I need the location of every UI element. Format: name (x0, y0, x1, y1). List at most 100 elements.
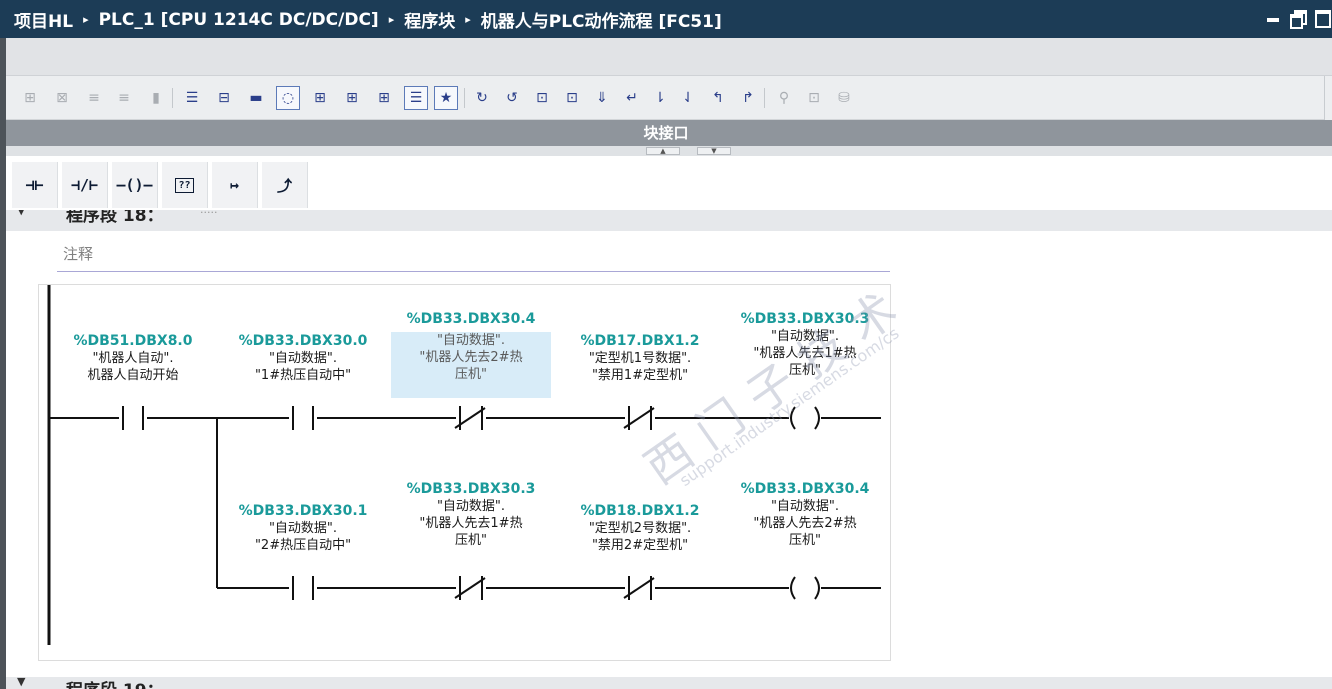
splitter-down-icon[interactable]: ▼ (697, 147, 731, 155)
network-title: 程序段 18： (66, 210, 164, 226)
nc-contact-icon (623, 576, 655, 600)
go-to-icon[interactable]: ▮ (144, 86, 168, 110)
breadcrumb-plc[interactable]: PLC_1 [CPU 1214C DC/DC/DC] (95, 10, 383, 30)
operand-address-label[interactable]: %DB33.DBX30.4 (391, 311, 551, 328)
coil-icon (790, 406, 820, 430)
editor-toolbar: ⊞ ⊠ ≡ ≡ ▮ ☰ ⊟ ▬ ◌ ⊞ ⊞ ⊞ ☰ ★ ↻ ↺ ⊡ ⊡ ⇓ ↵ … (0, 76, 1332, 120)
absolute-operands-icon[interactable]: ☰ (180, 86, 204, 110)
favorites-icon[interactable]: ⊞ (308, 86, 332, 110)
network-header[interactable]: ▼ 程序段 19： (0, 677, 1332, 689)
network-comment-field[interactable]: 注释 (57, 240, 890, 272)
favorites-bar-icon[interactable]: ★ (434, 86, 458, 110)
operand-label[interactable]: %DB33.DBX30.3 "自动数据". "机器人先去1#热 压机" (725, 311, 885, 379)
minimize-icon[interactable] (1266, 9, 1280, 23)
maximize-icon[interactable] (1314, 9, 1331, 28)
editor-tab-strip (0, 38, 1332, 76)
monitor-off-icon[interactable]: ↱ (736, 86, 760, 110)
operand-symbol: "机器人先去1#热 (753, 346, 857, 361)
operand-label[interactable]: %DB33.DBX30.1 "自动数据". "2#热压自动中" (223, 503, 383, 554)
network-insert-icon[interactable]: ⊞ (18, 86, 42, 110)
step-out-icon[interactable]: ⇃ (676, 86, 700, 110)
operand-label[interactable]: %DB18.DBX1.2 "定型机2号数据". "禁用2#定型机" (560, 503, 720, 554)
operand-label[interactable]: %DB51.DBX8.0 "机器人自动". 机器人自动开始 (53, 333, 213, 384)
no-contact-icon (292, 576, 314, 600)
operand-address: %DB33.DBX30.4 (740, 481, 870, 497)
reference-data-icon[interactable]: ⚲ (772, 86, 796, 110)
breadcrumb-project[interactable]: 项目HL (10, 7, 77, 32)
monitoring-icon[interactable]: ↻ (470, 86, 494, 110)
toolbar-overflow-icon[interactable] (1324, 76, 1332, 120)
network-header[interactable]: ▼ 程序段 18： ..... (0, 210, 1332, 231)
nc-contact-icon (454, 406, 486, 430)
collapse-triangle-icon[interactable]: ▼ (17, 677, 25, 688)
download-icon[interactable]: ⇓ (590, 86, 614, 110)
rung-insert-icon[interactable]: ≡ (82, 86, 106, 110)
toolbar-divider (764, 88, 765, 108)
symbol-info-icon[interactable]: ⊞ (340, 86, 364, 110)
operand-symbol: "禁用2#定型机" (591, 538, 689, 553)
splitter[interactable]: ▲ ▼ (0, 146, 1332, 156)
tia-portal-editor: 项目HL ▸ PLC_1 [CPU 1214C DC/DC/DC] ▸ 程序块 … (0, 0, 1332, 689)
breadcrumb-program-blocks[interactable]: 程序块 (400, 7, 459, 32)
fav-nc-contact[interactable]: ⊣/⊢ (62, 162, 108, 208)
block-interface-bar[interactable]: 块接口 (0, 120, 1332, 146)
network-overview-icon[interactable]: ☰ (404, 86, 428, 110)
operand-symbol: 压机" (789, 533, 821, 548)
operand-address: %DB17.DBX1.2 (580, 333, 700, 349)
operand-address: %DB33.DBX30.0 (238, 333, 368, 349)
call-hierarchy-icon[interactable]: ⊡ (560, 86, 584, 110)
operand-symbol: "自动数据". (436, 499, 506, 514)
monitor-on-icon[interactable]: ↰ (706, 86, 730, 110)
breadcrumb-separator-icon: ▸ (83, 13, 89, 26)
operand-label[interactable]: %DB33.DBX30.3 "自动数据". "机器人先去1#热 压机" (391, 481, 551, 549)
operand-address: %DB51.DBX8.0 (73, 333, 193, 349)
fav-empty-box[interactable]: ?? (162, 162, 208, 208)
operand-address: %DB33.DBX30.1 (238, 503, 368, 519)
breadcrumb-block[interactable]: 机器人与PLC动作流程 [FC51] (477, 7, 726, 32)
restore-icon[interactable] (1290, 9, 1307, 29)
operand-symbol: "禁用1#定型机" (591, 368, 689, 383)
coil-icon (790, 576, 820, 600)
operand-symbol: 压机" (455, 367, 487, 382)
operand-label-selected[interactable]: "自动数据". "机器人先去2#热 压机" (391, 332, 551, 398)
fav-coil[interactable]: –()– (112, 162, 158, 208)
operand-symbol: "定型机2号数据". (588, 521, 692, 536)
empty-box-icon: ?? (175, 177, 194, 193)
breadcrumb: 项目HL ▸ PLC_1 [CPU 1214C DC/DC/DC] ▸ 程序块 … (10, 7, 726, 33)
toolbar-divider (464, 88, 465, 108)
breadcrumb-separator-icon: ▸ (388, 13, 395, 26)
operand-symbol: "自动数据". (770, 499, 840, 514)
step-icon[interactable]: ↵ (620, 86, 644, 110)
nc-contact-icon (623, 406, 655, 430)
fav-no-contact[interactable]: ⊣⊢ (12, 162, 58, 208)
cross-reference-icon[interactable]: ⊡ (802, 86, 826, 110)
block-compare-icon[interactable]: ⊡ (530, 86, 554, 110)
fav-close-branch[interactable]: ⤴ (262, 162, 308, 208)
breakpoint-icon[interactable]: ↺ (500, 86, 524, 110)
operand-symbol: "机器人自动". (92, 351, 174, 366)
rung-delete-icon[interactable]: ≡ (112, 86, 136, 110)
fav-open-branch[interactable]: ↦ (212, 162, 258, 208)
operand-display-icon[interactable]: ⊞ (372, 86, 396, 110)
collapse-triangle-icon[interactable]: ▼ (17, 210, 25, 217)
operand-address: %DB33.DBX30.4 (406, 311, 536, 327)
network-delete-icon[interactable]: ⊠ (50, 86, 74, 110)
operand-symbol: "机器人先去1#热 (419, 516, 523, 531)
network-title: 程序段 19： (66, 677, 164, 689)
operand-symbol: "自动数据". (268, 351, 338, 366)
no-contact-icon (292, 406, 314, 430)
comments-toggle-icon[interactable]: ◌ (276, 86, 300, 110)
operand-label[interactable]: %DB33.DBX30.4 "自动数据". "机器人先去2#热 压机" (725, 481, 885, 549)
operand-label[interactable]: %DB17.DBX1.2 "定型机1号数据". "禁用1#定型机" (560, 333, 720, 384)
operand-symbol: "机器人先去2#热 (419, 350, 523, 365)
operand-label[interactable]: %DB33.DBX30.0 "自动数据". "1#热压自动中" (223, 333, 383, 384)
operand-symbol: "机器人先去2#热 (753, 516, 857, 531)
step-over-icon[interactable]: ⇂ (648, 86, 672, 110)
window-left-edge (0, 38, 6, 689)
data-block-icon[interactable]: ⛁ (832, 86, 856, 110)
splitter-up-icon[interactable]: ▲ (646, 147, 680, 155)
collapse-networks-icon[interactable]: ⊟ (212, 86, 236, 110)
operand-symbol: 压机" (455, 533, 487, 548)
expand-networks-icon[interactable]: ▬ (244, 86, 268, 110)
network-title-placeholder[interactable]: ..... (200, 210, 217, 216)
